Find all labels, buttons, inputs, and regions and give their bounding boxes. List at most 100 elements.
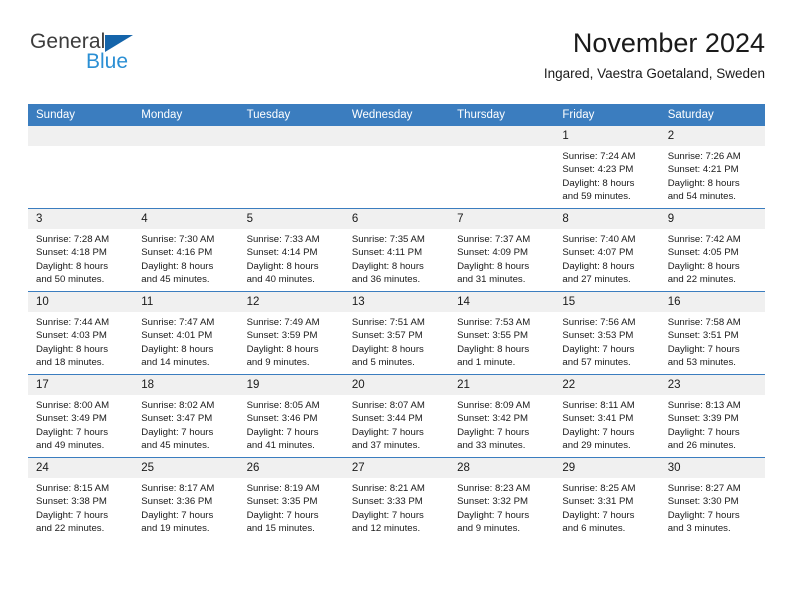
- sunset-text: Sunset: 3:30 PM: [667, 496, 739, 508]
- sunset-text: Sunset: 3:33 PM: [351, 496, 423, 508]
- sunset-text: Sunset: 3:35 PM: [246, 496, 318, 508]
- calendar-day-cell[interactable]: 27 Sunrise: 8:21 AM Sunset: 3:33 PM Dayligh…: [343, 457, 450, 540]
- day-number: 22: [554, 375, 660, 395]
- sunrise-text: Sunrise: 8:05 AM: [246, 400, 320, 411]
- calendar-day-cell[interactable]: 4 Sunrise: 7:30 AM Sunset: 4:16 PM Daylight…: [133, 208, 239, 292]
- brand-name-blue: Blue: [86, 50, 129, 73]
- sunrise-text: Sunrise: 7:44 AM: [36, 317, 110, 328]
- calendar-day-cell[interactable]: 26 Sunrise: 8:19 AM Sunset: 3:35 PM Dayligh…: [238, 457, 344, 540]
- daylight-text-line1: Daylight: 8 hours: [562, 260, 635, 272]
- calendar-day-cell[interactable]: 13 Sunrise: 7:51 AM Sunset: 3:57 PM Dayligh…: [343, 291, 450, 375]
- calendar-day-cell[interactable]: 20 Sunrise: 8:07 AM Sunset: 3:44 PM Dayligh…: [343, 374, 450, 458]
- daylight-text-line2: and 9 minutes.: [457, 523, 521, 535]
- sunrise-text: Sunrise: 7:37 AM: [457, 234, 531, 245]
- day-number: 26: [238, 458, 344, 478]
- daylight-text-line2: and 45 minutes.: [141, 440, 210, 452]
- calendar-day-cell[interactable]: 25 Sunrise: 8:17 AM Sunset: 3:36 PM Dayligh…: [133, 457, 239, 540]
- day-sun-info: Sunrise: 8:23 AM Sunset: 3:32 PM Daylight:…: [449, 478, 554, 536]
- calendar-day-cell[interactable]: 18 Sunrise: 8:02 AM Sunset: 3:47 PM Dayligh…: [133, 374, 239, 458]
- day-number: 25: [133, 458, 239, 478]
- calendar-day-cell[interactable]: 6 Sunrise: 7:35 AM Sunset: 4:11 PM Daylight…: [343, 208, 450, 292]
- day-sun-info: Sunrise: 8:19 AM Sunset: 3:35 PM Daylight:…: [239, 478, 344, 536]
- sunset-text: Sunset: 3:55 PM: [457, 330, 529, 342]
- day-sun-info: Sunrise: 7:33 AM Sunset: 4:14 PM Daylight:…: [239, 229, 344, 287]
- sunrise-text: Sunrise: 7:58 AM: [667, 317, 741, 328]
- day-sun-info: Sunrise: 7:40 AM Sunset: 4:07 PM Daylight:…: [554, 229, 659, 287]
- daylight-text-line1: Daylight: 7 hours: [457, 426, 530, 438]
- calendar-day-cell[interactable]: 1 Sunrise: 7:24 AM Sunset: 4:23 PM Daylight…: [554, 126, 660, 209]
- daylight-text-line2: and 6 minutes.: [562, 523, 626, 535]
- daylight-text-line2: and 41 minutes.: [246, 440, 315, 452]
- calendar-day-cell[interactable]: 2 Sunrise: 7:26 AM Sunset: 4:21 PM Daylight…: [659, 126, 765, 209]
- calendar-day-cell[interactable]: 16 Sunrise: 7:58 AM Sunset: 3:51 PM Dayligh…: [659, 291, 765, 375]
- day-number: 5: [238, 209, 344, 229]
- calendar-day-cell[interactable]: 29 Sunrise: 8:25 AM Sunset: 3:31 PM Dayligh…: [554, 457, 660, 540]
- daylight-text-line1: Daylight: 7 hours: [667, 509, 740, 521]
- sunset-text: Sunset: 3:46 PM: [246, 413, 318, 425]
- calendar-day-cell[interactable]: 28 Sunrise: 8:23 AM Sunset: 3:32 PM Dayligh…: [449, 457, 555, 540]
- day-number: 14: [449, 292, 555, 312]
- daylight-text-line1: Daylight: 7 hours: [246, 509, 319, 521]
- day-sun-info: Sunrise: 8:13 AM Sunset: 3:39 PM Daylight:…: [660, 395, 765, 453]
- day-number: 12: [238, 292, 344, 312]
- calendar-day-cell[interactable]: 9 Sunrise: 7:42 AM Sunset: 4:05 PM Daylight…: [659, 208, 765, 292]
- calendar-day-cell[interactable]: 12 Sunrise: 7:49 AM Sunset: 3:59 PM Dayligh…: [238, 291, 344, 375]
- weekday-header-friday: Friday: [554, 104, 660, 126]
- weekday-header-saturday: Saturday: [659, 104, 765, 126]
- calendar-day-cell[interactable]: 19 Sunrise: 8:05 AM Sunset: 3:46 PM Dayligh…: [238, 374, 344, 458]
- daylight-text-line1: Daylight: 7 hours: [562, 343, 635, 355]
- calendar-day-cell[interactable]: 15 Sunrise: 7:56 AM Sunset: 3:53 PM Dayligh…: [554, 291, 660, 375]
- sunrise-text: Sunrise: 8:00 AM: [36, 400, 110, 411]
- day-number: 28: [449, 458, 555, 478]
- day-number: 3: [28, 209, 134, 229]
- calendar-day-cell[interactable]: 10 Sunrise: 7:44 AM Sunset: 4:03 PM Dayligh…: [28, 291, 134, 375]
- day-number: 6: [343, 209, 450, 229]
- day-number: 16: [659, 292, 765, 312]
- sunrise-text: Sunrise: 7:56 AM: [562, 317, 636, 328]
- sunset-text: Sunset: 3:44 PM: [351, 413, 423, 425]
- day-sun-info: Sunrise: 7:42 AM Sunset: 4:05 PM Daylight:…: [660, 229, 765, 287]
- calendar-week-row: 10 Sunrise: 7:44 AM Sunset: 4:03 PM Dayligh…: [28, 291, 765, 375]
- calendar-day-cell[interactable]: 14 Sunrise: 7:53 AM Sunset: 3:55 PM Dayligh…: [449, 291, 555, 375]
- daylight-text-line2: and 5 minutes.: [351, 357, 415, 369]
- calendar-table: Sunday Monday Tuesday Wednesday Thursday…: [28, 104, 765, 540]
- sunset-text: Sunset: 3:38 PM: [36, 496, 107, 508]
- calendar-cell-empty: [133, 126, 239, 209]
- day-number: 9: [659, 209, 765, 229]
- daylight-text-line1: Daylight: 8 hours: [457, 343, 530, 355]
- sunset-text: Sunset: 3:32 PM: [457, 496, 529, 508]
- daylight-text-line1: Daylight: 7 hours: [667, 426, 740, 438]
- calendar-day-cell[interactable]: 7 Sunrise: 7:37 AM Sunset: 4:09 PM Daylight…: [449, 208, 555, 292]
- daylight-text-line1: Daylight: 8 hours: [457, 260, 530, 272]
- calendar-day-cell[interactable]: 21 Sunrise: 8:09 AM Sunset: 3:42 PM Dayligh…: [449, 374, 555, 458]
- day-sun-info: Sunrise: 8:09 AM Sunset: 3:42 PM Daylight:…: [449, 395, 554, 453]
- calendar-day-cell[interactable]: 24 Sunrise: 8:15 AM Sunset: 3:38 PM Dayligh…: [28, 457, 134, 540]
- brand-logo[interactable]: General Blue: [28, 30, 238, 86]
- daylight-text-line1: Daylight: 7 hours: [351, 509, 424, 521]
- sunrise-text: Sunrise: 8:17 AM: [141, 483, 215, 494]
- calendar-day-cell[interactable]: 11 Sunrise: 7:47 AM Sunset: 4:01 PM Dayligh…: [133, 291, 239, 375]
- day-number: 8: [554, 209, 660, 229]
- daylight-text-line1: Daylight: 8 hours: [562, 177, 635, 189]
- sunrise-text: Sunrise: 8:13 AM: [667, 400, 741, 411]
- daylight-text-line1: Daylight: 7 hours: [562, 509, 635, 521]
- daylight-text-line1: Daylight: 7 hours: [562, 426, 635, 438]
- calendar-day-cell[interactable]: 3 Sunrise: 7:28 AM Sunset: 4:18 PM Daylight…: [28, 208, 134, 292]
- calendar-day-cell[interactable]: 8 Sunrise: 7:40 AM Sunset: 4:07 PM Daylight…: [554, 208, 660, 292]
- day-number: 15: [554, 292, 660, 312]
- sunset-text: Sunset: 4:18 PM: [36, 247, 107, 259]
- calendar-week-row: 1 Sunrise: 7:24 AM Sunset: 4:23 PM Daylight…: [28, 126, 765, 209]
- calendar-day-cell[interactable]: 5 Sunrise: 7:33 AM Sunset: 4:14 PM Daylight…: [238, 208, 344, 292]
- weekday-header-monday: Monday: [133, 104, 239, 126]
- day-sun-info: Sunrise: 8:07 AM Sunset: 3:44 PM Daylight:…: [344, 395, 449, 453]
- sunset-text: Sunset: 3:39 PM: [667, 413, 739, 425]
- calendar-day-cell[interactable]: 22 Sunrise: 8:11 AM Sunset: 3:41 PM Dayligh…: [554, 374, 660, 458]
- calendar-day-cell[interactable]: 17 Sunrise: 8:00 AM Sunset: 3:49 PM Dayligh…: [28, 374, 134, 458]
- day-number: 24: [28, 458, 134, 478]
- sunrise-text: Sunrise: 7:53 AM: [457, 317, 531, 328]
- calendar-day-cell[interactable]: 30 Sunrise: 8:27 AM Sunset: 3:30 PM Dayligh…: [659, 457, 765, 540]
- day-number: 20: [343, 375, 450, 395]
- calendar-day-cell[interactable]: 23 Sunrise: 8:13 AM Sunset: 3:39 PM Dayligh…: [659, 374, 765, 458]
- daylight-text-line2: and 37 minutes.: [351, 440, 421, 452]
- sunrise-text: Sunrise: 7:35 AM: [351, 234, 425, 245]
